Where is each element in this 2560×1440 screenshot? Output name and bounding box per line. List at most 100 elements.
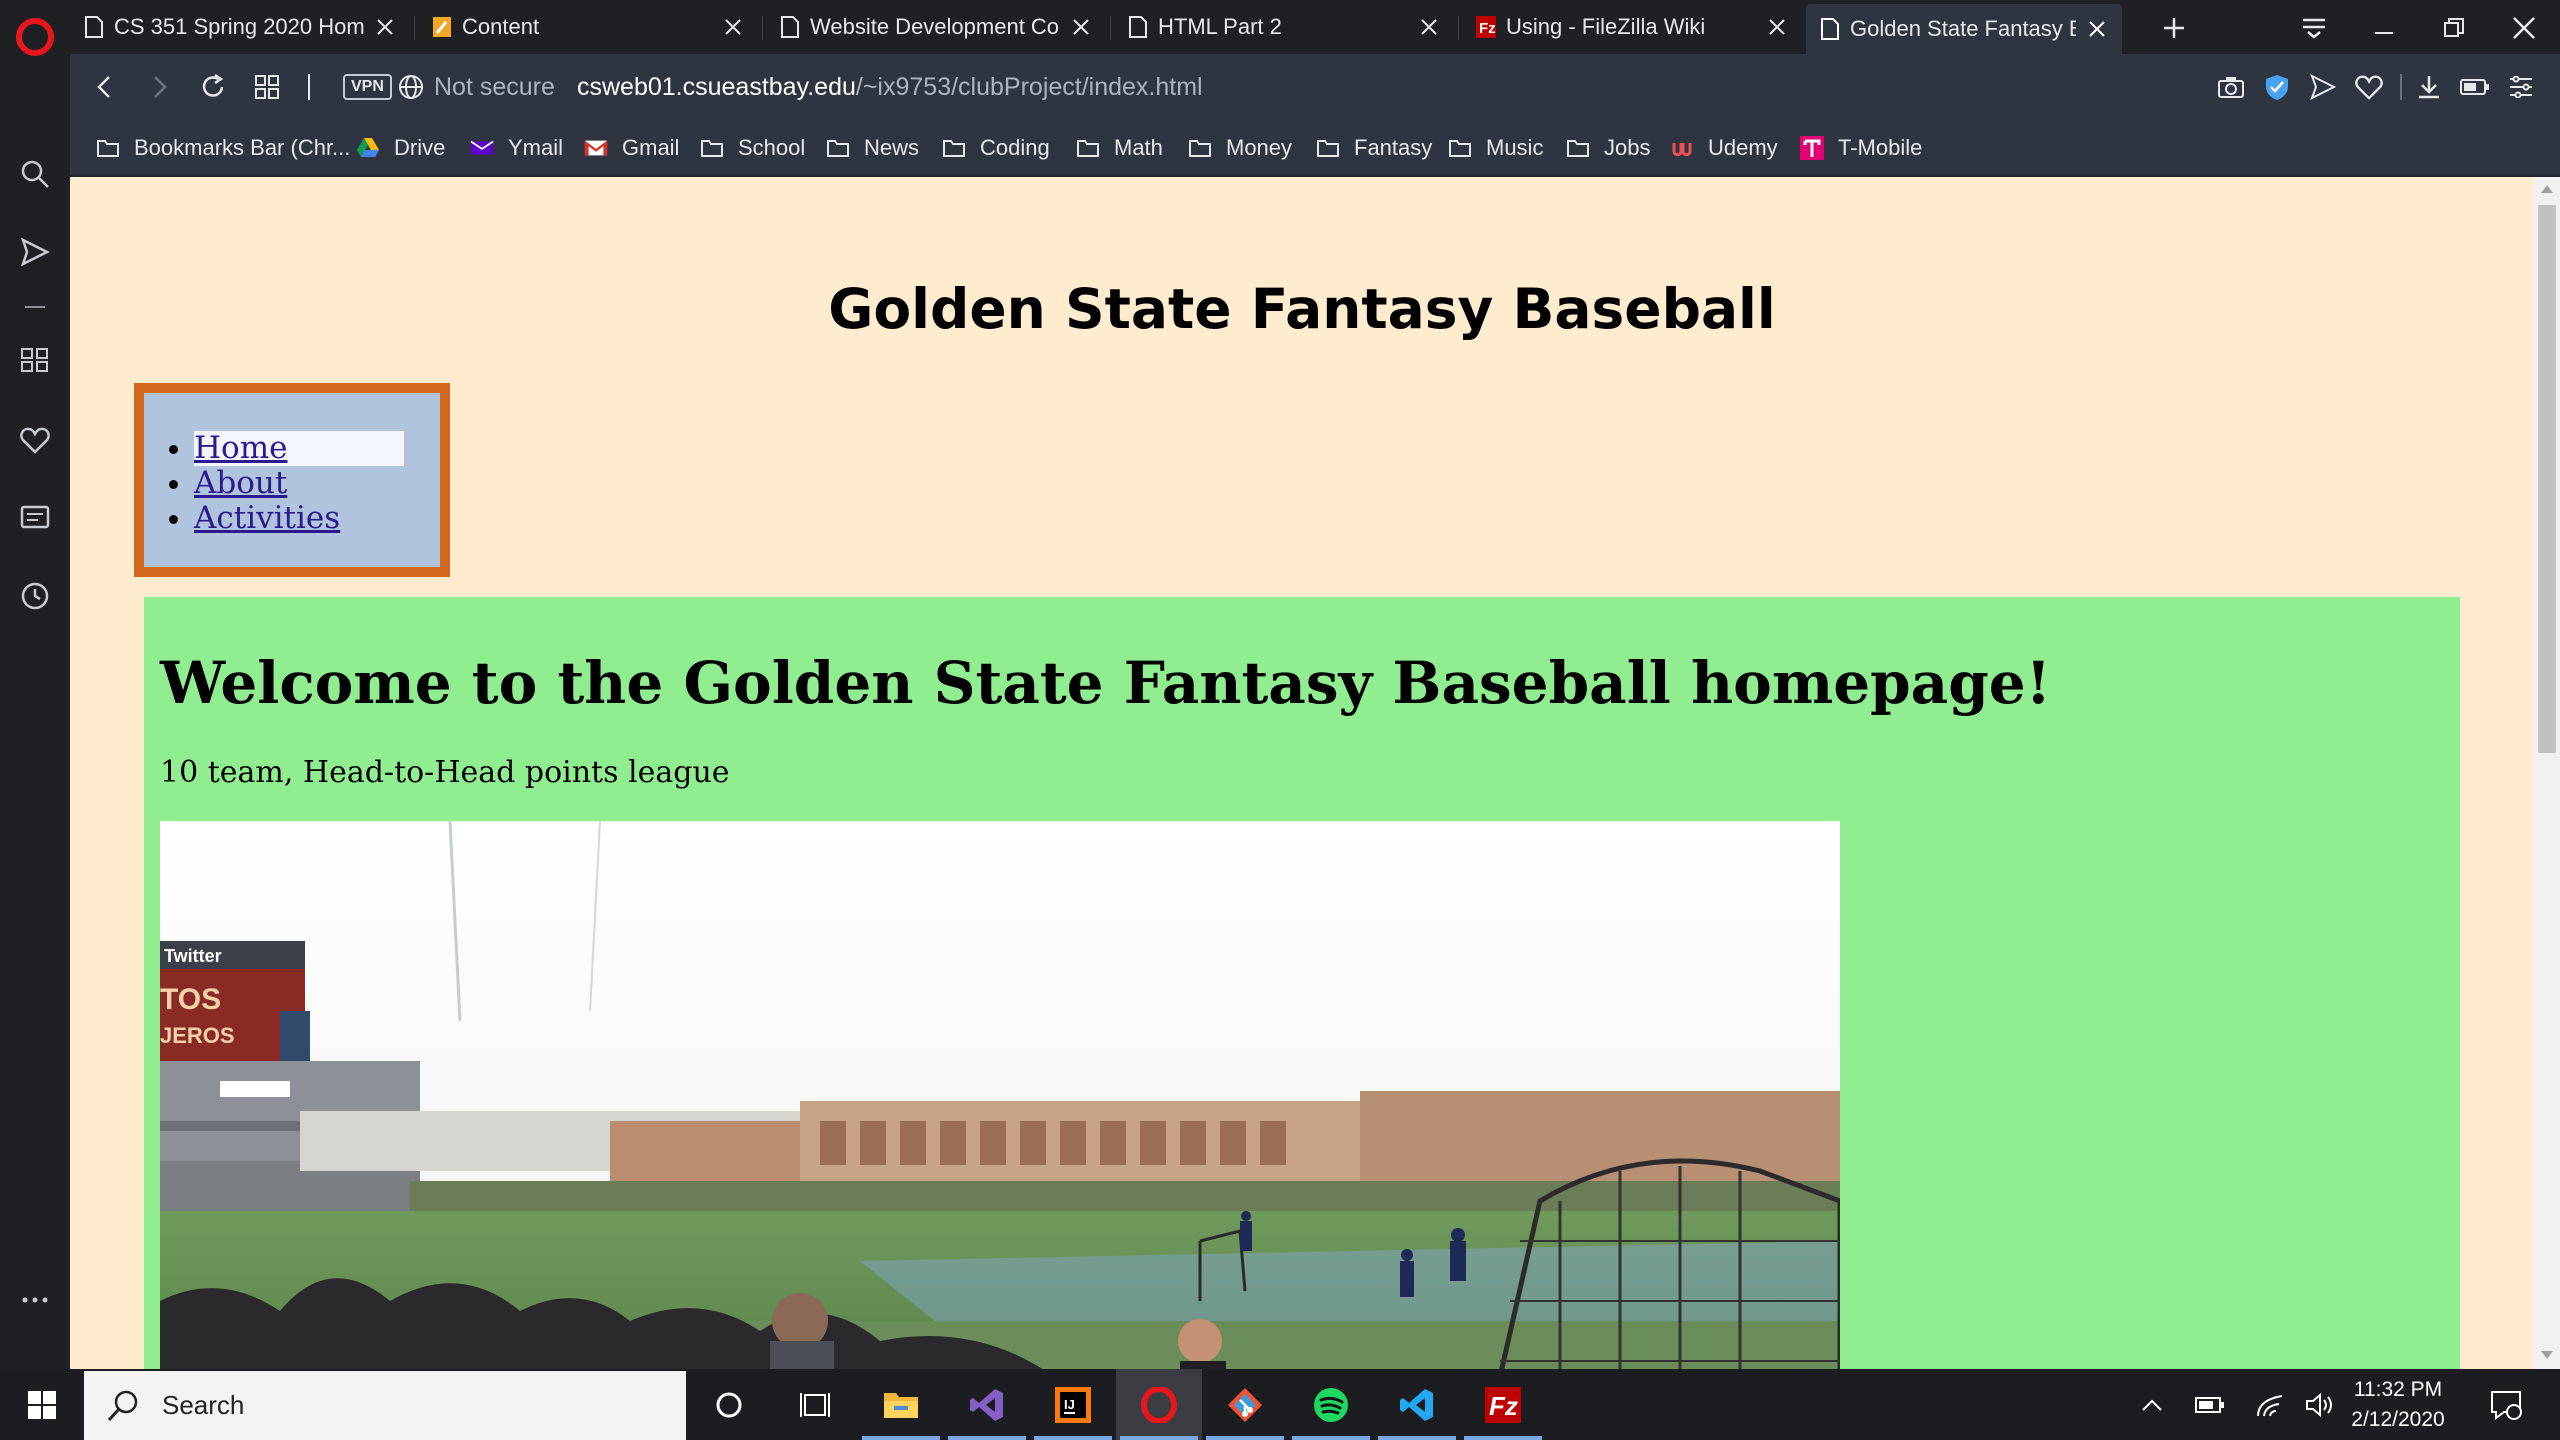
send-flow-icon[interactable] [17, 234, 53, 270]
spotify-icon[interactable] [1288, 1369, 1374, 1440]
bookmark-music[interactable]: Music [1448, 132, 1543, 164]
bookmark-coding[interactable]: Coding [942, 132, 1050, 164]
news-icon[interactable] [17, 500, 53, 536]
bookmark-gmail[interactable]: Gmail [584, 132, 679, 164]
battery-icon[interactable] [2192, 1387, 2228, 1423]
bookmark-bookmarks-bar[interactable]: Bookmarks Bar (Chr... [96, 132, 350, 164]
folder-icon [1566, 136, 1590, 160]
bookmark-heart-icon[interactable] [2350, 68, 2388, 106]
tab-divider [1458, 16, 1459, 40]
close-icon[interactable] [722, 16, 744, 38]
restore-icon[interactable] [2434, 8, 2474, 48]
scroll-down-arrow-icon[interactable] [2541, 1351, 2553, 1359]
bookmark-news[interactable]: News [826, 132, 919, 164]
vpn-badge[interactable]: VPN [343, 74, 392, 100]
close-icon[interactable] [2086, 18, 2108, 40]
url-field[interactable]: csweb01.csueastbay.edu/~ix9753/clubProje… [577, 68, 1203, 106]
close-icon[interactable] [1418, 16, 1440, 38]
folder-icon [826, 136, 850, 160]
bookmark-drive[interactable]: Drive [356, 132, 445, 164]
speed-dial-icon[interactable] [17, 342, 53, 378]
nav-link-activities[interactable]: Activities [194, 500, 340, 536]
document-icon [1129, 16, 1147, 38]
ballpark-photo: Twitter TOS JEROS [160, 821, 1840, 1369]
bookmark-jobs[interactable]: Jobs [1566, 132, 1650, 164]
close-icon[interactable] [374, 16, 396, 38]
tab-menu-icon[interactable] [2294, 8, 2334, 48]
tab-website-development[interactable]: Website Development Course [766, 4, 1106, 50]
opera-logo-icon[interactable] [16, 18, 54, 56]
folder-icon [942, 136, 966, 160]
search-icon[interactable] [17, 156, 53, 192]
opera-icon[interactable] [1116, 1369, 1202, 1440]
bookmark-school[interactable]: School [700, 132, 805, 164]
bookmark-t-mobile[interactable]: T-Mobile [1800, 132, 1922, 164]
wifi-icon[interactable] [2252, 1387, 2288, 1423]
easy-setup-icon[interactable] [2502, 68, 2540, 106]
tab-divider [1110, 16, 1111, 40]
visual-studio-icon[interactable] [944, 1369, 1030, 1440]
bookmark-udemy[interactable]: Udemy [1670, 132, 1778, 164]
tab-divider [414, 16, 415, 40]
scroll-up-arrow-icon[interactable] [2541, 185, 2553, 193]
tab-content[interactable]: Content [418, 4, 758, 50]
task-view-icon[interactable] [772, 1369, 858, 1440]
battery-saver-icon[interactable] [2456, 68, 2494, 106]
close-icon[interactable] [1766, 16, 1788, 38]
volume-icon[interactable] [2302, 1387, 2338, 1423]
bookmark-ymail[interactable]: Ymail [470, 132, 563, 164]
toolbar-divider [308, 74, 310, 100]
chevron-up-icon[interactable] [2134, 1387, 2170, 1423]
site-title: Golden State Fantasy Baseball [828, 277, 1776, 341]
t-mobile-icon [1800, 136, 1824, 160]
history-icon[interactable] [17, 578, 53, 614]
page-scrollbar[interactable] [2534, 177, 2560, 1369]
intellij-icon[interactable]: IJ [1030, 1369, 1116, 1440]
shield-icon[interactable] [2258, 68, 2296, 106]
tab-divider [762, 16, 763, 40]
notification-icon[interactable] [2486, 1385, 2526, 1425]
cortana-icon[interactable] [686, 1369, 772, 1440]
tab-html-part-2[interactable]: HTML Part 2 [1114, 4, 1454, 50]
more-icon[interactable] [17, 1282, 53, 1318]
tab-filezilla-wiki[interactable]: Fz Using - FileZilla Wiki [1462, 4, 1802, 50]
nav-item-about: About [194, 466, 404, 501]
close-icon[interactable] [1070, 16, 1092, 38]
bookmark-fantasy[interactable]: Fantasy [1316, 132, 1432, 164]
vscode-icon[interactable] [1374, 1369, 1460, 1440]
reload-icon[interactable] [194, 68, 232, 106]
sidebar-separator [25, 306, 45, 308]
tab-title: Website Development Course [810, 14, 1060, 39]
nav-item-activities: Activities [194, 501, 404, 536]
tab-golden-state-fantasy-baseball[interactable]: Golden State Fantasy Baseball [1806, 4, 2122, 54]
new-tab-plus-icon[interactable] [2154, 8, 2194, 48]
tab-grid-icon[interactable] [248, 68, 286, 106]
forward-arrow-icon[interactable] [140, 68, 178, 106]
back-arrow-icon[interactable] [86, 68, 124, 106]
welcome-heading: Welcome to the Golden State Fantasy Base… [160, 649, 2052, 717]
file-explorer-icon[interactable] [858, 1369, 944, 1440]
pencil-icon [433, 17, 451, 37]
send-icon[interactable] [2304, 68, 2342, 106]
download-icon[interactable] [2410, 68, 2448, 106]
window-close-icon[interactable] [2504, 8, 2544, 48]
nav-link-home[interactable]: Home [194, 431, 404, 466]
heart-icon[interactable] [17, 422, 53, 458]
nav-link-about[interactable]: About [194, 465, 287, 501]
taskbar-search-box[interactable]: Search [84, 1371, 686, 1440]
minimize-icon[interactable] [2364, 8, 2404, 48]
bookmark-math[interactable]: Math [1076, 132, 1163, 164]
not-secure-label: Not secure [434, 72, 555, 101]
udemy-icon [1670, 136, 1694, 160]
taskbar-clock[interactable]: 11:32 PM 2/12/2020 [2340, 1375, 2456, 1435]
bookmark-label: Bookmarks Bar (Chr... [134, 135, 351, 160]
tab-cs351[interactable]: CS 351 Spring 2020 Homework [70, 4, 410, 50]
filezilla-icon[interactable]: Fz [1460, 1369, 1546, 1440]
scrollbar-thumb[interactable] [2538, 205, 2556, 753]
security-indicator[interactable]: Not secure [398, 68, 555, 106]
git-icon[interactable] [1202, 1369, 1288, 1440]
bookmark-money[interactable]: Money [1188, 132, 1292, 164]
windows-start-icon[interactable] [0, 1369, 84, 1440]
camera-icon[interactable] [2212, 68, 2250, 106]
search-label: Search [162, 1390, 245, 1420]
